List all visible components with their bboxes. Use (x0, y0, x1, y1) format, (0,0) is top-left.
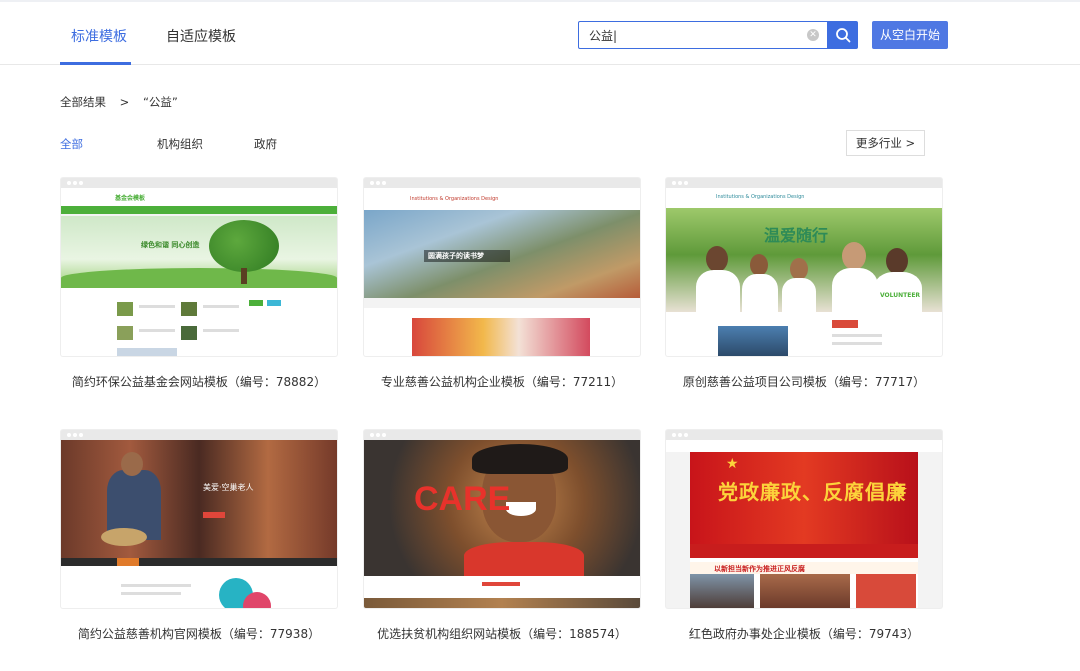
browser-bar (666, 178, 942, 188)
search-input[interactable] (579, 22, 789, 48)
template-card[interactable]: Institutions & Organizations Design 圆满孩子… (364, 178, 640, 356)
thumb-brand: 基金会模板 (115, 195, 146, 202)
thumb-headline: CARE (414, 480, 511, 518)
template-thumbnail: 基金会模板 绿色和谐 同心创造 (61, 188, 337, 356)
breadcrumb-root[interactable]: 全部结果 (60, 95, 106, 109)
thumb-tag: VOLUNTEER (880, 292, 921, 299)
template-thumbnail: Institutions & Organizations Design 温爱随行… (666, 188, 942, 356)
clear-icon[interactable]: ✕ (807, 29, 819, 41)
tab-responsive-templates[interactable]: 自适应模板 (166, 26, 236, 46)
browser-bar (61, 430, 337, 440)
template-card-title[interactable]: 红色政府办事处企业模板（编号：79743） (666, 625, 942, 642)
tree-image (209, 220, 279, 272)
template-card[interactable]: ★ ★ 党政廉政、反腐倡廉 以新担当新作为推进正风反腐 (666, 430, 942, 608)
browser-bar (666, 430, 942, 440)
template-card-title[interactable]: 优选扶贫机构组织网站模板（编号：188574） (364, 625, 640, 642)
top-bar: 标准模板 自适应模板 ✕ 从空白开始 (0, 0, 1080, 65)
template-thumbnail: Institutions & Organizations Design 圆满孩子… (364, 188, 640, 356)
thumb-news: 以新担当新作为推进正风反腐 (714, 565, 805, 573)
filter-government[interactable]: 政府 (254, 136, 277, 152)
template-thumbnail: ★ ★ 党政廉政、反腐倡廉 以新担当新作为推进正风反腐 (666, 440, 942, 608)
thumb-headline: 绿色和谐 同心创造 (141, 241, 200, 249)
template-card-title[interactable]: 简约环保公益基金会网站模板（编号：78882） (61, 373, 337, 390)
template-card[interactable]: 美爱·空巢老人 (61, 430, 337, 608)
template-card-title[interactable]: 专业慈善公益机构企业模板（编号：77211） (364, 373, 640, 390)
template-card[interactable]: Institutions & Organizations Design 温爱随行… (666, 178, 942, 356)
breadcrumb: 全部结果 > “公益” (60, 94, 188, 110)
thumb-headline: 美爱·空巢老人 (203, 483, 254, 492)
start-from-blank-button[interactable]: 从空白开始 (872, 21, 948, 49)
template-thumbnail: 美爱·空巢老人 (61, 440, 337, 608)
breadcrumb-separator: > (119, 95, 130, 109)
tab-standard-templates[interactable]: 标准模板 (71, 26, 127, 46)
more-industries-button[interactable]: 更多行业 > (846, 130, 925, 156)
template-card[interactable]: CARE (364, 430, 640, 608)
painting-image (412, 318, 590, 356)
star-icon: ★ (726, 456, 739, 472)
thumb-headline: 党政廉政、反腐倡廉 (718, 480, 907, 504)
template-card-title[interactable]: 简约公益慈善机构官网模板（编号：77938） (61, 625, 337, 642)
thumb-brand: Institutions & Organizations Design (716, 194, 805, 200)
search-icon (836, 28, 851, 43)
browser-bar (364, 430, 640, 440)
breadcrumb-current: “公益” (142, 95, 178, 109)
browser-bar (364, 178, 640, 188)
filter-all[interactable]: 全部 (60, 136, 83, 152)
thumb-headline: 温爱随行 (764, 226, 829, 245)
browser-bar (61, 178, 337, 188)
active-tab-indicator (60, 62, 131, 65)
thumb-brand: Institutions & Organizations Design (410, 196, 499, 202)
search-box: ✕ (578, 21, 828, 49)
search-button[interactable] (828, 21, 858, 49)
template-thumbnail: CARE (364, 440, 640, 608)
template-card-title[interactable]: 原创慈善公益项目公司模板（编号：77717） (666, 373, 942, 390)
template-card[interactable]: 基金会模板 绿色和谐 同心创造 (61, 178, 337, 356)
thumb-headline: 圆满孩子的读书梦 (428, 252, 484, 260)
filter-organizations[interactable]: 机构组织 (157, 136, 203, 152)
